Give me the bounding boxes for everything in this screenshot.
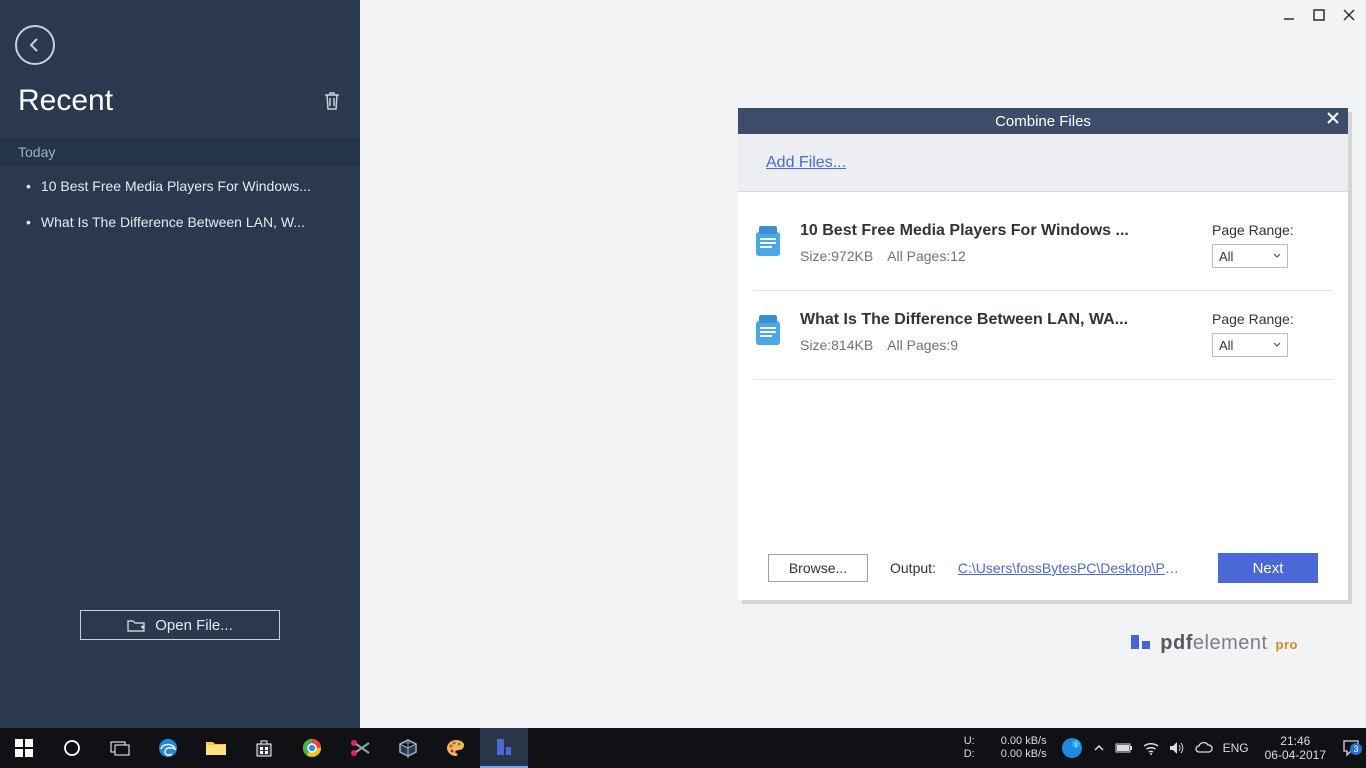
folder-icon bbox=[205, 739, 227, 757]
cortana-button[interactable] bbox=[48, 728, 96, 768]
brand-suffix: pro bbox=[1276, 637, 1298, 652]
tray-app-icon[interactable]: i bbox=[1061, 737, 1083, 759]
maximize-button[interactable] bbox=[1310, 6, 1328, 24]
file-row[interactable]: 10 Best Free Media Players For Windows .… bbox=[754, 202, 1332, 291]
notification-badge: 3 bbox=[1350, 743, 1362, 755]
file-size: Size:972KB bbox=[800, 248, 873, 264]
output-label: Output: bbox=[890, 560, 936, 576]
brand-text: pdf bbox=[1160, 632, 1193, 654]
recent-list: 10 Best Free Media Players For Windows..… bbox=[18, 168, 350, 240]
page-range-select[interactable]: All bbox=[1212, 244, 1288, 268]
tray-language[interactable]: ENG bbox=[1223, 741, 1249, 755]
recent-sidebar: Recent Today 10 Best Free Media Players … bbox=[0, 0, 360, 728]
system-tray: i ENG bbox=[1061, 737, 1249, 759]
task-view-icon bbox=[110, 740, 130, 756]
open-file-button[interactable]: Open File... bbox=[80, 610, 280, 640]
chevron-up-icon bbox=[1093, 742, 1105, 754]
circle-icon bbox=[63, 739, 81, 757]
chevron-left-icon bbox=[27, 37, 43, 53]
net-d-value: 0.00 kB/s bbox=[1001, 748, 1047, 761]
taskbar-app-virtualbox[interactable] bbox=[384, 728, 432, 768]
taskbar-app-chrome[interactable] bbox=[288, 728, 336, 768]
pdf-file-icon bbox=[754, 313, 784, 347]
clock-time: 21:46 bbox=[1265, 734, 1326, 748]
clock-date: 06-04-2017 bbox=[1265, 748, 1326, 762]
folder-plus-icon bbox=[127, 618, 145, 632]
open-file-label: Open File... bbox=[155, 617, 233, 634]
output-path-link[interactable]: C:\Users\fossBytesPC\Desktop\PDFele... bbox=[958, 560, 1188, 576]
brand-logo: pdfelement pro bbox=[1131, 632, 1298, 655]
file-title: What Is The Difference Between LAN, WA..… bbox=[800, 311, 1196, 329]
close-button[interactable] bbox=[1340, 6, 1358, 24]
add-files-bar: Add Files... bbox=[738, 134, 1348, 192]
file-pages: All Pages:12 bbox=[887, 248, 966, 264]
next-button[interactable]: Next bbox=[1218, 553, 1318, 583]
add-files-link[interactable]: Add Files... bbox=[766, 154, 846, 172]
tray-battery-icon[interactable] bbox=[1115, 742, 1133, 754]
dialog-titlebar: Combine Files bbox=[738, 108, 1348, 134]
select-value: All bbox=[1219, 338, 1233, 353]
minimize-button[interactable] bbox=[1280, 6, 1298, 24]
browse-button[interactable]: Browse... bbox=[768, 554, 868, 582]
page-range-label: Page Range: bbox=[1212, 311, 1332, 327]
select-value: All bbox=[1219, 249, 1233, 264]
network-stats: U: 0.00 kB/s D: 0.00 kB/s bbox=[964, 735, 1047, 761]
page-range-select[interactable]: All bbox=[1212, 333, 1288, 357]
back-button[interactable] bbox=[15, 25, 55, 65]
brand-text: element bbox=[1193, 632, 1268, 654]
recent-item[interactable]: What Is The Difference Between LAN, W... bbox=[18, 204, 350, 240]
trash-icon[interactable] bbox=[322, 90, 342, 112]
action-center-button[interactable]: 3 bbox=[1342, 739, 1360, 757]
app-window: Recent Today 10 Best Free Media Players … bbox=[0, 0, 1366, 728]
taskbar-clock[interactable]: 21:46 06-04-2017 bbox=[1265, 734, 1326, 762]
file-size: Size:814KB bbox=[800, 337, 873, 353]
windows-icon bbox=[15, 739, 33, 757]
chevron-down-icon bbox=[1273, 342, 1281, 348]
task-view-button[interactable] bbox=[96, 728, 144, 768]
pdf-file-icon bbox=[754, 224, 784, 258]
net-u-value: 0.00 kB/s bbox=[1001, 735, 1047, 748]
main-area: Convert PDF Batch Process PDF Templates … bbox=[360, 0, 1366, 728]
store-icon bbox=[254, 738, 274, 758]
dialog-footer: Browse... Output: C:\Users\fossBytesPC\D… bbox=[738, 536, 1348, 600]
tray-wifi-icon[interactable] bbox=[1143, 741, 1159, 755]
chevron-down-icon bbox=[1273, 253, 1281, 259]
file-row[interactable]: What Is The Difference Between LAN, WA..… bbox=[754, 291, 1332, 380]
page-range-label: Page Range: bbox=[1212, 222, 1332, 238]
pdfelement-icon bbox=[495, 737, 513, 757]
taskbar-app-pdfelement[interactable] bbox=[480, 728, 528, 768]
tray-onedrive-icon[interactable] bbox=[1195, 742, 1213, 754]
recent-item[interactable]: 10 Best Free Media Players For Windows..… bbox=[18, 168, 350, 204]
scissors-icon bbox=[349, 738, 371, 758]
file-pages: All Pages:9 bbox=[887, 337, 958, 353]
recent-group-today: Today bbox=[0, 138, 360, 166]
edge-icon bbox=[157, 737, 179, 759]
combine-files-dialog: Combine Files Add Files... 10 Best Free … bbox=[738, 108, 1348, 600]
dialog-title: Combine Files bbox=[995, 113, 1091, 130]
chrome-icon bbox=[302, 738, 322, 758]
dialog-close-button[interactable] bbox=[1326, 111, 1340, 125]
tray-overflow-button[interactable] bbox=[1093, 742, 1105, 754]
taskbar-app-edge[interactable] bbox=[144, 728, 192, 768]
palette-icon bbox=[445, 738, 467, 758]
tray-volume-icon[interactable] bbox=[1169, 741, 1185, 755]
taskbar-app-snip[interactable] bbox=[336, 728, 384, 768]
start-button[interactable] bbox=[0, 728, 48, 768]
file-title: 10 Best Free Media Players For Windows .… bbox=[800, 222, 1196, 240]
brand-mark-icon bbox=[1131, 635, 1150, 649]
taskbar-app-explorer[interactable] bbox=[192, 728, 240, 768]
cube-icon bbox=[398, 738, 418, 758]
net-u-label: U: bbox=[964, 735, 975, 748]
recent-item-label: What Is The Difference Between LAN, W... bbox=[41, 214, 305, 230]
window-controls bbox=[1280, 6, 1358, 24]
taskbar-app-paint[interactable] bbox=[432, 728, 480, 768]
file-list: 10 Best Free Media Players For Windows .… bbox=[738, 192, 1348, 536]
recent-item-label: 10 Best Free Media Players For Windows..… bbox=[41, 178, 311, 194]
taskbar-app-store[interactable] bbox=[240, 728, 288, 768]
windows-taskbar: U: 0.00 kB/s D: 0.00 kB/s i ENG 21:46 06-0… bbox=[0, 728, 1366, 768]
net-d-label: D: bbox=[964, 748, 975, 761]
recent-title: Recent bbox=[18, 84, 113, 118]
